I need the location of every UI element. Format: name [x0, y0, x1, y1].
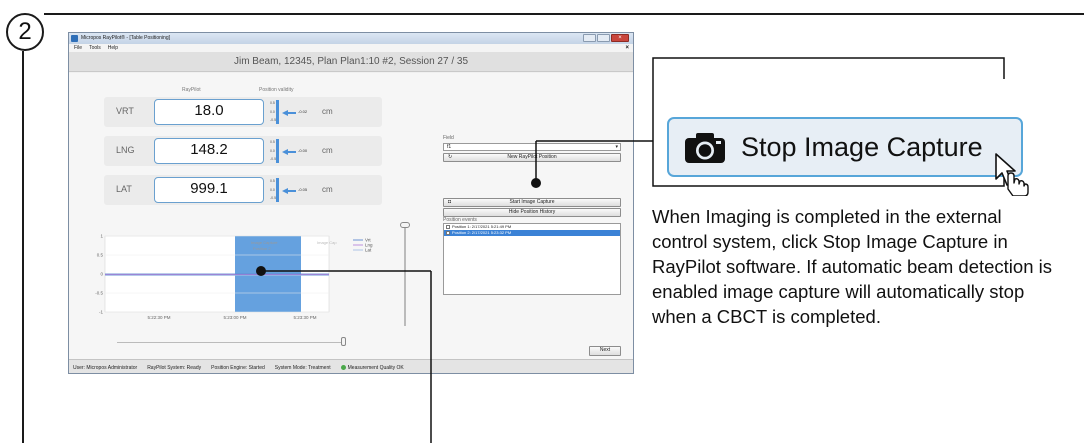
hand-cursor-icon — [995, 153, 1029, 196]
camera-icon — [685, 133, 725, 163]
stop-image-capture-button[interactable]: Stop Image Capture — [667, 117, 1023, 177]
button-connector-dot — [531, 178, 541, 188]
instruction-caption: When Imaging is completed in the externa… — [652, 206, 1052, 327]
stop-image-capture-label: Stop Image Capture — [741, 132, 983, 162]
chart-connector-dot — [256, 266, 266, 276]
